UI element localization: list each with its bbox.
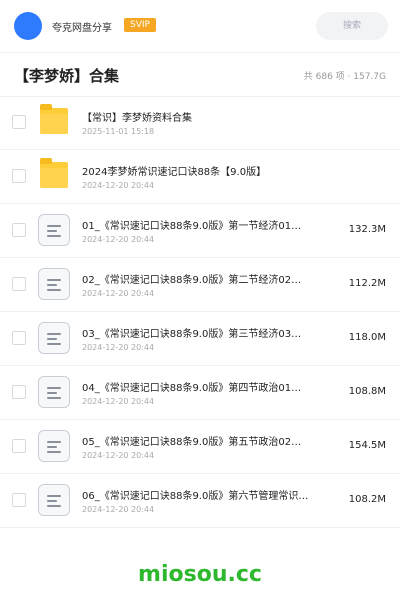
list-item[interactable]: 【常识】李梦娇资料合集 2025-11-01 15:18: [0, 96, 400, 150]
file-size: 154.5M: [348, 440, 386, 451]
list-item[interactable]: 03_《常识速记口诀88条9.0版》第三节经济03… 2024-12-20 20:…: [0, 312, 400, 366]
file-date: 2025-11-01 15:18: [82, 127, 155, 136]
file-size: 112.2M: [348, 278, 386, 289]
select-checkbox[interactable]: [12, 169, 26, 183]
list-item[interactable]: 04_《常识速记口诀88条9.0版》第四节政治01… 2024-12-20 20:…: [0, 366, 400, 420]
document-icon: [38, 430, 70, 462]
folder-icon: [38, 158, 70, 192]
document-icon: [38, 322, 70, 354]
file-name[interactable]: 01_《常识速记口诀88条9.0版》第一节经济01…: [82, 217, 330, 232]
svip-badge: SVIP: [124, 18, 156, 32]
watermark: miosou.cc: [138, 562, 262, 587]
item-count: 共 686 项 · 157.7G: [303, 72, 386, 82]
file-name[interactable]: 06_《常识速记口诀88条9.0版》第六节管理常识…: [82, 487, 330, 502]
select-checkbox[interactable]: [12, 115, 26, 129]
page-title: 【李梦娇】合集: [14, 67, 120, 85]
file-date: 2024-12-20 20:44: [82, 181, 155, 190]
list-item[interactable]: 06_《常识速记口诀88条9.0版》第六节管理常识… 2024-12-20 20:…: [0, 474, 400, 528]
file-size: 118.0M: [348, 332, 386, 343]
avatar[interactable]: [14, 12, 42, 40]
title-row: 【李梦娇】合集 共 686 项 · 157.7G: [0, 52, 400, 96]
select-checkbox[interactable]: [12, 439, 26, 453]
file-date: 2024-12-20 20:44: [82, 505, 155, 514]
list-item[interactable]: 2024李梦娇常识速记口诀88条【9.0版】 2024-12-20 20:44: [0, 150, 400, 204]
file-date: 2024-12-20 20:44: [82, 397, 155, 406]
file-name[interactable]: 02_《常识速记口诀88条9.0版》第二节经济02…: [82, 271, 330, 286]
list-item[interactable]: 05_《常识速记口诀88条9.0版》第五节政治02… 2024-12-20 20:…: [0, 420, 400, 474]
select-checkbox[interactable]: [12, 331, 26, 345]
app-name: 夸克网盘分享: [52, 23, 112, 34]
document-icon: [38, 484, 70, 516]
list-item[interactable]: 01_《常识速记口诀88条9.0版》第一节经济01… 2024-12-20 20:…: [0, 204, 400, 258]
select-checkbox[interactable]: [12, 223, 26, 237]
file-date: 2024-12-20 20:44: [82, 289, 155, 298]
file-name[interactable]: 04_《常识速记口诀88条9.0版》第四节政治01…: [82, 379, 330, 394]
file-date: 2024-12-20 20:44: [82, 451, 155, 460]
file-list: 【常识】李梦娇资料合集 2025-11-01 15:18 2024李梦娇常识速记口诀…: [0, 96, 400, 528]
select-checkbox[interactable]: [12, 385, 26, 399]
file-date: 2024-12-20 20:44: [82, 235, 155, 244]
header-bar: 夸克网盘分享 SVIP 搜索: [0, 0, 400, 52]
document-icon: [38, 214, 70, 246]
select-checkbox[interactable]: [12, 277, 26, 291]
file-date: 2024-12-20 20:44: [82, 343, 155, 352]
document-icon: [38, 376, 70, 408]
folder-icon: [38, 104, 70, 138]
file-name[interactable]: 03_《常识速记口诀88条9.0版》第三节经济03…: [82, 325, 330, 340]
file-name[interactable]: 05_《常识速记口诀88条9.0版》第五节政治02…: [82, 433, 330, 448]
file-size: 108.2M: [348, 494, 386, 505]
file-name[interactable]: 【常识】李梦娇资料合集: [82, 109, 330, 124]
select-checkbox[interactable]: [12, 493, 26, 507]
search-input[interactable]: 搜索: [316, 12, 388, 40]
file-size: 108.8M: [348, 386, 386, 397]
file-size: 132.3M: [348, 224, 386, 235]
list-item[interactable]: 02_《常识速记口诀88条9.0版》第二节经济02… 2024-12-20 20:…: [0, 258, 400, 312]
file-name[interactable]: 2024李梦娇常识速记口诀88条【9.0版】: [82, 163, 330, 178]
document-icon: [38, 268, 70, 300]
